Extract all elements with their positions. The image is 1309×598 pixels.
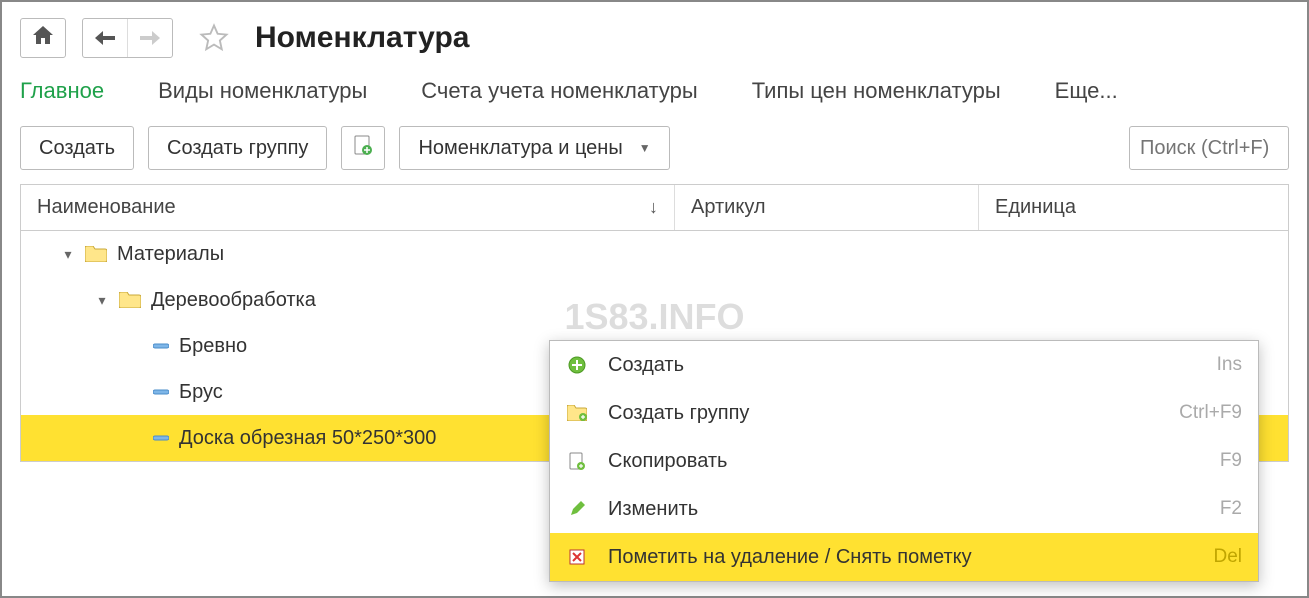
table-row[interactable]: ▾ Материалы	[21, 231, 1288, 277]
tab-price-types[interactable]: Типы цен номенклатуры	[752, 78, 1001, 104]
col-unit[interactable]: Единица	[979, 185, 1288, 230]
table-row[interactable]: ▾ Деревообработка	[21, 277, 1288, 323]
cm-create-label: Создать	[608, 354, 1197, 377]
cell-name: ▾ Материалы	[21, 243, 675, 266]
col-article-label: Артикул	[691, 196, 766, 219]
tab-more[interactable]: Еще...	[1055, 78, 1118, 104]
row-label: Брус	[179, 381, 223, 404]
cm-mark-delete-label: Пометить на удаление / Снять пометку	[608, 546, 1193, 569]
collapse-toggle-icon[interactable]: ▾	[95, 292, 109, 309]
item-icon	[153, 434, 169, 442]
cm-mark-delete-shortcut: Del	[1213, 546, 1242, 568]
cm-copy-label: Скопировать	[608, 450, 1200, 473]
cm-create-group-shortcut: Ctrl+F9	[1179, 402, 1242, 424]
cm-create-shortcut: Ins	[1217, 354, 1242, 376]
document-plus-icon	[354, 135, 372, 161]
favorite-star-icon[interactable]	[199, 23, 229, 53]
tabs-bar: Главное Виды номенклатуры Счета учета но…	[2, 64, 1307, 126]
cm-create[interactable]: Создать Ins	[550, 341, 1258, 389]
create-group-button[interactable]: Создать группу	[148, 126, 327, 170]
nomenclature-prices-label: Номенклатура и цены	[418, 137, 622, 160]
folder-plus-icon	[566, 405, 588, 421]
folder-icon	[119, 292, 141, 308]
row-label: Доска обрезная 50*250*300	[179, 427, 436, 450]
folder-icon	[85, 246, 107, 262]
col-name[interactable]: Наименование ↓	[21, 185, 675, 230]
chevron-down-icon: ▼	[639, 141, 651, 155]
tab-main[interactable]: Главное	[20, 78, 104, 104]
sort-asc-icon: ↓	[649, 197, 658, 218]
pencil-icon	[566, 501, 588, 517]
item-icon	[153, 342, 169, 350]
home-icon	[33, 26, 53, 50]
document-plus-icon	[566, 452, 588, 470]
col-name-label: Наименование	[37, 196, 176, 219]
cm-create-group[interactable]: Создать группу Ctrl+F9	[550, 389, 1258, 437]
tab-accounts[interactable]: Счета учета номенклатуры	[421, 78, 697, 104]
copy-doc-button[interactable]	[341, 126, 385, 170]
row-label: Бревно	[179, 335, 247, 358]
cm-edit-label: Изменить	[608, 498, 1200, 521]
back-button[interactable]	[83, 19, 127, 57]
nomenclature-prices-dropdown[interactable]: Номенклатура и цены ▼	[399, 126, 669, 170]
delete-mark-icon	[566, 549, 588, 565]
col-unit-label: Единица	[995, 196, 1076, 219]
cell-name: ▾ Деревообработка	[21, 289, 675, 312]
forward-button	[128, 19, 172, 57]
nav-group	[82, 18, 173, 58]
row-label: Деревообработка	[151, 289, 316, 312]
plus-circle-icon	[566, 356, 588, 374]
table-header: Наименование ↓ Артикул Единица	[21, 185, 1288, 231]
cm-edit-shortcut: F2	[1220, 498, 1242, 520]
cm-copy[interactable]: Скопировать F9	[550, 437, 1258, 485]
col-article[interactable]: Артикул	[675, 185, 979, 230]
search-input[interactable]	[1129, 126, 1289, 170]
tab-types[interactable]: Виды номенклатуры	[158, 78, 367, 104]
cm-create-group-label: Создать группу	[608, 402, 1159, 425]
cm-copy-shortcut: F9	[1220, 450, 1242, 472]
cm-edit[interactable]: Изменить F2	[550, 485, 1258, 533]
toolbar: Создать Создать группу Номенклатура и це…	[2, 126, 1307, 184]
page-title: Номенклатура	[255, 21, 469, 55]
row-label: Материалы	[117, 243, 224, 266]
item-icon	[153, 388, 169, 396]
create-button[interactable]: Создать	[20, 126, 134, 170]
cm-mark-delete[interactable]: Пометить на удаление / Снять пометку Del	[550, 533, 1258, 581]
home-button[interactable]	[20, 18, 66, 58]
collapse-toggle-icon[interactable]: ▾	[61, 246, 75, 263]
context-menu: Создать Ins Создать группу Ctrl+F9 Скопи…	[549, 340, 1259, 582]
